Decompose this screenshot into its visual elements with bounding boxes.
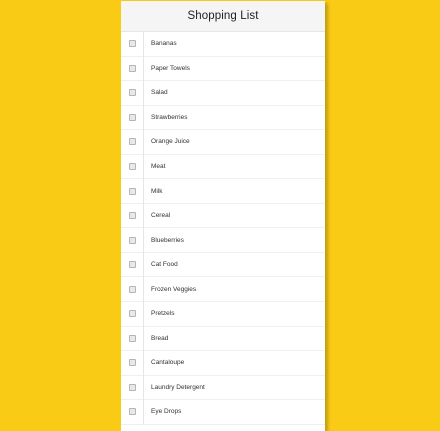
shopping-list-card: Shopping List Bananas Paper Towels Salad St… (121, 1, 325, 431)
item-label: Cantaloupe (151, 359, 185, 367)
item-label: Strawberries (151, 113, 188, 121)
item-label: Milk (151, 187, 163, 195)
checkbox-cell (121, 285, 143, 293)
item-label: Laundry Detergent (151, 383, 205, 391)
list-item[interactable]: Paper Towels (121, 57, 325, 82)
list-item[interactable]: Cantaloupe (121, 351, 325, 376)
checkbox-cell (121, 163, 143, 170)
checkbox-cell (121, 359, 143, 367)
item-checkbox[interactable] (128, 334, 136, 342)
item-checkbox[interactable] (128, 187, 136, 195)
item-label: Cat Food (151, 261, 178, 269)
item-label: Pretzels (151, 310, 175, 318)
list-item[interactable]: Meat (121, 155, 325, 180)
list-item[interactable]: Blueberries (121, 228, 325, 253)
checkbox-cell (121, 40, 143, 48)
list-item[interactable]: Cat Food (121, 253, 325, 278)
list-header: Shopping List (121, 1, 325, 32)
list-item[interactable]: Eye Drops (121, 400, 325, 425)
item-checkbox[interactable] (128, 64, 136, 72)
list-item[interactable]: Cereal (121, 204, 325, 229)
list-item[interactable]: Frozen Veggies (121, 277, 325, 303)
checkbox-cell (121, 334, 143, 342)
list-item[interactable]: Orange Juice (121, 130, 325, 155)
list-item[interactable]: Bread (121, 327, 325, 352)
item-label: Bananas (151, 40, 177, 48)
item-label: Eye Drops (151, 408, 182, 416)
item-checkbox[interactable] (128, 408, 136, 416)
checkbox-cell (121, 89, 143, 97)
item-checkbox[interactable] (128, 236, 136, 244)
item-checkbox[interactable] (128, 138, 136, 146)
list-title: Shopping List (187, 10, 259, 22)
item-label: Salad (151, 89, 168, 97)
item-label: Frozen Veggies (151, 285, 197, 293)
item-checkbox[interactable] (128, 359, 136, 367)
list-item[interactable]: Milk (121, 179, 325, 204)
item-checkbox[interactable] (128, 163, 136, 170)
checkbox-cell (121, 261, 143, 269)
checkbox-cell (121, 383, 143, 391)
item-checkbox[interactable] (128, 285, 136, 293)
list-item[interactable]: Laundry Detergent (121, 376, 325, 401)
item-label: Meat (151, 163, 166, 170)
item-label: Bread (151, 334, 169, 342)
list-item[interactable]: Strawberries (121, 106, 325, 131)
list-item[interactable]: Bananas (121, 32, 325, 57)
checkbox-cell (121, 138, 143, 146)
item-label: Cereal (151, 212, 171, 220)
item-checkbox[interactable] (128, 40, 136, 48)
item-label: Paper Towels (151, 64, 190, 72)
item-checkbox[interactable] (128, 383, 136, 391)
checkbox-cell (121, 64, 143, 72)
checkbox-cell (121, 408, 143, 416)
shopping-list: Bananas Paper Towels Salad Strawberries Oran… (121, 32, 325, 425)
item-label: Orange Juice (151, 138, 190, 146)
list-item[interactable]: Pretzels (121, 302, 325, 327)
item-checkbox[interactable] (128, 113, 136, 121)
item-checkbox[interactable] (128, 261, 136, 269)
checkbox-cell (121, 212, 143, 220)
item-label: Blueberries (151, 236, 184, 244)
item-checkbox[interactable] (128, 212, 136, 220)
checkbox-cell (121, 113, 143, 121)
list-item[interactable]: Salad (121, 81, 325, 106)
item-checkbox[interactable] (128, 89, 136, 97)
checkbox-cell (121, 236, 143, 244)
checkbox-cell (121, 310, 143, 318)
item-checkbox[interactable] (128, 310, 136, 318)
checkbox-cell (121, 187, 143, 195)
